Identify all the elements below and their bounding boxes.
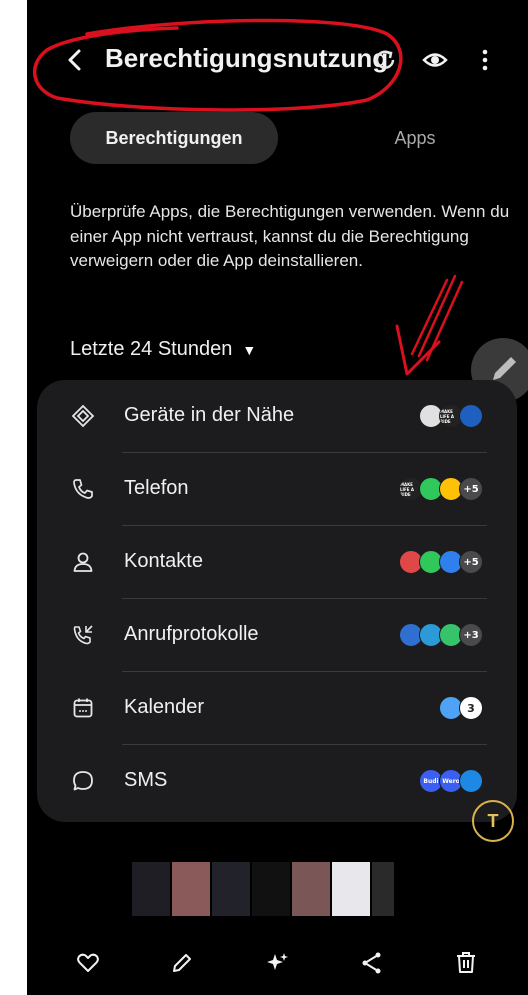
- sparkle-icon[interactable]: [265, 950, 291, 976]
- thumbnail[interactable]: [132, 862, 170, 916]
- person-icon: [73, 552, 93, 572]
- trash-icon[interactable]: [453, 950, 479, 976]
- messages-app-icon: [459, 769, 483, 793]
- period-dropdown[interactable]: Letzte 24 Stunden ▼: [70, 338, 256, 361]
- google-calendar-app-icon: 3: [459, 696, 483, 720]
- tab-apps[interactable]: Apps: [330, 112, 500, 164]
- permission-label: Telefon: [124, 477, 189, 499]
- description-text: Überprüfe Apps, die Berechtigungen verwe…: [70, 202, 510, 270]
- app-icons: +3: [399, 623, 483, 647]
- thumbnail[interactable]: [332, 862, 370, 916]
- app-icons: MAKE LIFE A RIDE: [419, 404, 483, 428]
- dropdown-triangle-icon: ▼: [242, 341, 257, 358]
- thumbnail[interactable]: [212, 862, 250, 916]
- permissions-card: Geräte in der Nähe MAKE LIFE A RIDE Tele…: [37, 380, 517, 822]
- tab-bar: Berechtigungen Apps: [70, 112, 500, 164]
- bottom-action-bar: [27, 938, 528, 988]
- thumbnail-strip: [132, 862, 394, 916]
- calendar-icon: [73, 698, 93, 718]
- edit-icon[interactable]: [169, 950, 195, 976]
- text-scan-label: T: [487, 810, 499, 831]
- call-log-icon: [73, 625, 93, 645]
- more-apps-badge: +5: [459, 477, 483, 501]
- permission-label: Kalender: [124, 696, 205, 718]
- red-arrow-annotation: [395, 274, 464, 376]
- thumbnail[interactable]: [292, 862, 330, 916]
- text-scan-icon[interactable]: T: [472, 800, 514, 842]
- permission-label: SMS: [124, 769, 168, 791]
- permission-row-kontakte[interactable]: Kontakte +5: [37, 526, 517, 599]
- app-icons: MAKE LIFE A RIDE +5: [399, 477, 483, 501]
- app-icons: Budi Wero: [419, 769, 483, 793]
- message-icon: [73, 771, 93, 791]
- permission-label: Anrufprotokolle: [124, 623, 259, 645]
- app-icons: 3: [439, 696, 483, 720]
- permission-label: Geräte in der Nähe: [124, 404, 295, 426]
- permission-row-kalender[interactable]: Kalender 3: [37, 672, 517, 745]
- thumbnail[interactable]: [252, 862, 290, 916]
- more-apps-badge: +5: [459, 550, 483, 574]
- permission-row-sms[interactable]: SMS Budi Wero: [37, 745, 517, 818]
- red-circle-annotation: [32, 18, 403, 112]
- permission-row-anrufprotokolle[interactable]: Anrufprotokolle +3: [37, 599, 517, 672]
- tab-berechtigungen[interactable]: Berechtigungen: [70, 112, 278, 164]
- period-label: Letzte 24 Stunden: [70, 338, 233, 360]
- nearby-devices-icon: [71, 404, 95, 428]
- thumbnail[interactable]: [172, 862, 210, 916]
- heart-icon[interactable]: [75, 950, 101, 976]
- phone-screen: Berechtigungsnutzung Berechtigungen Apps…: [27, 0, 528, 995]
- bmw-app-icon: [459, 404, 483, 428]
- more-apps-badge: +3: [459, 623, 483, 647]
- share-icon[interactable]: [359, 950, 385, 976]
- thumbnail[interactable]: [372, 862, 394, 916]
- permission-label: Kontakte: [124, 550, 203, 572]
- app-icons: +5: [399, 550, 483, 574]
- permission-row-nearby[interactable]: Geräte in der Nähe MAKE LIFE A RIDE: [37, 380, 517, 453]
- phone-icon: [73, 479, 93, 499]
- permission-row-telefon[interactable]: Telefon MAKE LIFE A RIDE +5: [37, 453, 517, 526]
